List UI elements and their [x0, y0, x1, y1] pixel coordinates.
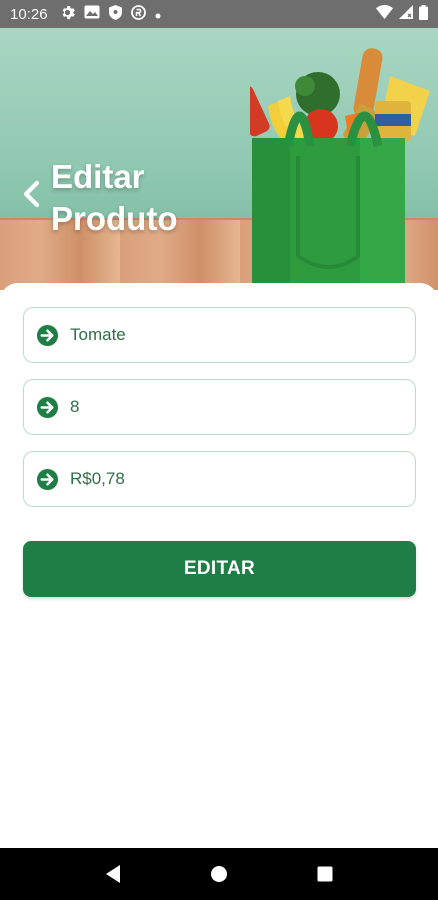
gear-icon [60, 5, 75, 24]
status-icons-left [60, 4, 161, 24]
status-icons-right [376, 4, 428, 24]
dot-icon [155, 6, 161, 23]
back-button[interactable] [18, 178, 46, 210]
image-icon [84, 5, 100, 23]
arrow-right-circle-icon [36, 324, 59, 346]
grocery-bag-illustration [250, 48, 430, 290]
nav-home-button[interactable] [204, 859, 234, 889]
chevron-left-icon [23, 180, 40, 208]
battery-icon [419, 4, 428, 24]
product-name-field[interactable]: Tomate [23, 307, 416, 363]
home-circle-icon [211, 866, 227, 882]
page-title-line1: Editar [51, 158, 145, 195]
product-quantity-field[interactable]: 8 [23, 379, 416, 435]
page-title: Editar Produto [51, 156, 177, 240]
nav-recents-button[interactable] [310, 859, 340, 889]
nav-back-button[interactable] [98, 859, 128, 889]
page-title-line2: Produto [51, 200, 178, 237]
arrow-right-circle-icon [36, 396, 59, 418]
product-quantity-value: 8 [70, 397, 80, 416]
wifi-icon [376, 5, 393, 23]
arrow-right-circle-icon [36, 468, 59, 490]
recents-square-icon [317, 866, 333, 882]
back-triangle-icon [106, 865, 120, 883]
edit-button[interactable]: EDITAR [23, 541, 416, 597]
shield-icon [108, 4, 122, 24]
product-name-value: Tomate [70, 325, 126, 344]
signal-icon [399, 5, 413, 23]
status-bar: 10:26 [0, 0, 438, 28]
status-time: 10:26 [10, 5, 48, 23]
circle-r-icon [130, 4, 146, 24]
header-banner: Editar Produto [0, 28, 438, 290]
product-price-value: R$0,78 [70, 469, 125, 488]
system-nav-bar [0, 848, 438, 900]
product-price-field[interactable]: R$0,78 [23, 451, 416, 507]
